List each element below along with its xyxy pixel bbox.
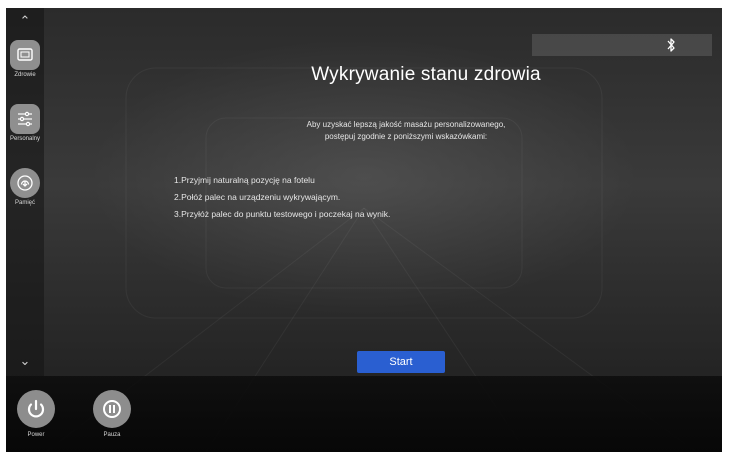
sidebar: ⌃ Zdrowie Personalny Pamięć ⌄ — [6, 8, 44, 376]
sidebar-scroll-up-icon[interactable]: ⌃ — [6, 14, 44, 28]
bluetooth-icon[interactable] — [666, 37, 676, 53]
pause-label: Pauza — [103, 432, 121, 438]
health-screen-icon — [10, 40, 40, 70]
app-screen: ⌃ Zdrowie Personalny Pamięć ⌄ Wykrywanie… — [6, 8, 722, 452]
memory-icon — [10, 168, 40, 198]
sidebar-item-personalny[interactable]: Personalny — [6, 104, 44, 142]
sidebar-item-zdrowie[interactable]: Zdrowie — [6, 40, 44, 78]
power-icon — [17, 390, 55, 428]
start-button[interactable]: Start — [357, 351, 445, 373]
sliders-icon — [10, 104, 40, 134]
power-button[interactable]: Power — [14, 390, 58, 438]
sidebar-item-label: Pamięć — [14, 200, 35, 206]
sidebar-item-label: Zdrowie — [14, 72, 36, 78]
pause-icon — [93, 390, 131, 428]
power-label: Power — [27, 432, 45, 438]
sidebar-scroll-down-icon[interactable]: ⌄ — [6, 354, 44, 368]
step-item: 3.Przyłóż palec do punktu testowego i po… — [174, 209, 391, 219]
status-bar — [532, 34, 712, 56]
instructions-steps: 1.Przyjmij naturalną pozycję na fotelu 2… — [174, 172, 594, 223]
sidebar-item-label: Personalny — [9, 136, 41, 142]
sidebar-item-pamiec[interactable]: Pamięć — [6, 168, 44, 206]
bottom-control-bar: Power Pauza — [6, 376, 722, 452]
pause-button[interactable]: Pauza — [90, 390, 134, 438]
step-item: 1.Przyjmij naturalną pozycję na fotelu — [174, 175, 315, 185]
intro-line: postępuj zgodnie z poniższymi wskazówkam… — [324, 132, 488, 141]
page-title: Wykrywanie stanu zdrowia — [311, 64, 541, 85]
intro-line: Aby uzyskać lepszą jakość masażu persona… — [306, 120, 506, 129]
instructions-intro: Aby uzyskać lepszą jakość masażu persona… — [236, 119, 576, 143]
step-item: 2.Połóż palec na urządzeniu wykrywającym… — [174, 192, 341, 202]
